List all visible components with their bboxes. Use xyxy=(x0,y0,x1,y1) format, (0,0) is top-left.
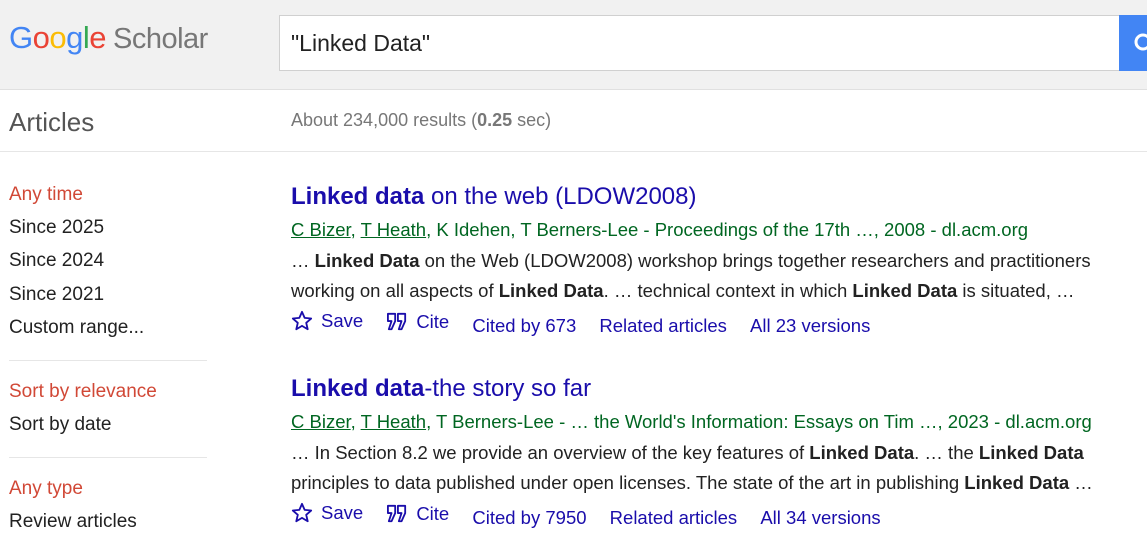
save-label: Save xyxy=(321,310,364,331)
author-names: , K Idehen, T Berners-Lee xyxy=(426,219,639,240)
result-title-bold: Linked data xyxy=(291,183,425,210)
results-header: Articles About 234,000 results (0.25 sec… xyxy=(0,90,1147,152)
author-link[interactable]: C Bizer xyxy=(291,219,351,240)
snippet-highlight: Linked Data xyxy=(852,280,958,301)
snippet-highlight: Linked Data xyxy=(964,472,1070,493)
sort-by-date[interactable]: Sort by date xyxy=(9,414,111,436)
logo-letter: g xyxy=(66,20,83,55)
filter-since-2025[interactable]: Since 2025 xyxy=(9,217,104,239)
snippet-text: working on all aspects of xyxy=(291,280,499,301)
result-title-rest: -the story so far xyxy=(424,375,592,402)
cited-by-link[interactable]: Cited by 673 xyxy=(472,315,576,337)
snippet-highlight: Linked Data xyxy=(498,280,604,301)
snippet-text: . … technical context in which xyxy=(603,280,853,301)
snippet-text: … In Section 8.2 we provide an overview … xyxy=(291,442,810,463)
logo-letter: o xyxy=(49,20,67,55)
star-icon xyxy=(291,502,313,523)
cite-label: Cite xyxy=(416,503,450,524)
result-snippet: … In Section 8.2 we provide an overview … xyxy=(291,442,1084,464)
save-label: Save xyxy=(321,502,364,523)
author-names: , T Berners-Lee xyxy=(426,411,554,432)
snippet-text: on the Web (LDOW2008) workshop brings to… xyxy=(419,250,1091,271)
google-scholar-logo[interactable]: Google Scholar xyxy=(9,20,208,56)
snippet-text: … xyxy=(1069,472,1093,493)
sort-by-relevance[interactable]: Sort by relevance xyxy=(9,381,157,403)
quote-icon xyxy=(387,504,407,523)
result-title-link[interactable]: Linked data-the story so far xyxy=(291,375,591,403)
sidebar-divider xyxy=(9,457,207,458)
logo-letter: e xyxy=(89,20,107,55)
result-actions: Save Cite Cited by 673 Related articles … xyxy=(291,310,888,337)
result-count: About 234,000 results (0.25 sec) xyxy=(291,110,551,131)
result-snippet: working on all aspects of Linked Data. …… xyxy=(291,280,1075,302)
snippet-text: is situated, … xyxy=(957,280,1075,301)
result-title-bold: Linked data xyxy=(291,375,425,402)
result-snippet: … Linked Data on the Web (LDOW2008) work… xyxy=(291,250,1091,272)
filter-custom-range[interactable]: Custom range... xyxy=(9,317,144,339)
filter-since-2021[interactable]: Since 2021 xyxy=(9,284,104,306)
save-button[interactable]: Save xyxy=(291,502,363,524)
result-authors: C Bizer, T Heath, K Idehen, T Berners-Le… xyxy=(291,219,1029,240)
section-title: Articles xyxy=(9,107,95,137)
cite-button[interactable]: Cite xyxy=(386,311,449,333)
snippet-highlight: Linked Data xyxy=(978,442,1084,463)
star-icon xyxy=(291,310,313,331)
result-source: - Proceedings of the 17th …, 2008 - dl.a… xyxy=(638,219,1029,240)
result-actions: Save Cite Cited by 7950 Related articles… xyxy=(291,502,899,529)
snippet-text: . … the xyxy=(914,442,979,463)
cite-label: Cite xyxy=(416,311,450,332)
snippet-highlight: Linked Data xyxy=(809,442,915,463)
filter-any-type[interactable]: Any type xyxy=(9,478,83,500)
result-title-link[interactable]: Linked data on the web (LDOW2008) xyxy=(291,183,697,211)
sidebar-divider xyxy=(9,360,207,361)
result-authors: C Bizer, T Heath, T Berners-Lee - … the … xyxy=(291,411,1092,432)
result-count-suffix: sec) xyxy=(512,110,552,130)
cite-button[interactable]: Cite xyxy=(386,503,449,525)
related-articles-link[interactable]: Related articles xyxy=(610,507,738,529)
author-link[interactable]: T Heath xyxy=(361,411,426,432)
search-box xyxy=(279,15,1121,71)
filter-any-time[interactable]: Any time xyxy=(9,184,83,206)
filter-since-2024[interactable]: Since 2024 xyxy=(9,250,104,272)
result-count-prefix: About 234,000 results ( xyxy=(291,110,478,130)
result-source: - … the World's Information: Essays on T… xyxy=(553,411,1092,432)
search-input[interactable] xyxy=(291,28,1101,58)
all-versions-link[interactable]: All 23 versions xyxy=(750,315,870,337)
related-articles-link[interactable]: Related articles xyxy=(599,315,727,337)
snippet-text: principles to data published under open … xyxy=(291,472,965,493)
top-bar: Google Scholar xyxy=(0,0,1147,90)
result-snippet: principles to data published under open … xyxy=(291,472,1093,494)
search-icon xyxy=(1134,33,1147,51)
snippet-highlight: Linked Data xyxy=(314,250,420,271)
filter-review-articles[interactable]: Review articles xyxy=(9,511,137,533)
logo-product: Scholar xyxy=(113,23,208,55)
result-title-rest: on the web (LDOW2008) xyxy=(424,183,697,210)
all-versions-link[interactable]: All 34 versions xyxy=(760,507,880,529)
logo-letter: o xyxy=(32,20,50,55)
search-button[interactable] xyxy=(1119,15,1147,71)
snippet-text: … xyxy=(291,250,315,271)
save-button[interactable]: Save xyxy=(291,310,363,332)
cited-by-link[interactable]: Cited by 7950 xyxy=(472,507,586,529)
logo-letter: G xyxy=(9,20,33,55)
quote-icon xyxy=(387,312,407,331)
author-link[interactable]: C Bizer xyxy=(291,411,351,432)
author-link[interactable]: T Heath xyxy=(361,219,426,240)
result-time: 0.25 xyxy=(477,110,513,130)
